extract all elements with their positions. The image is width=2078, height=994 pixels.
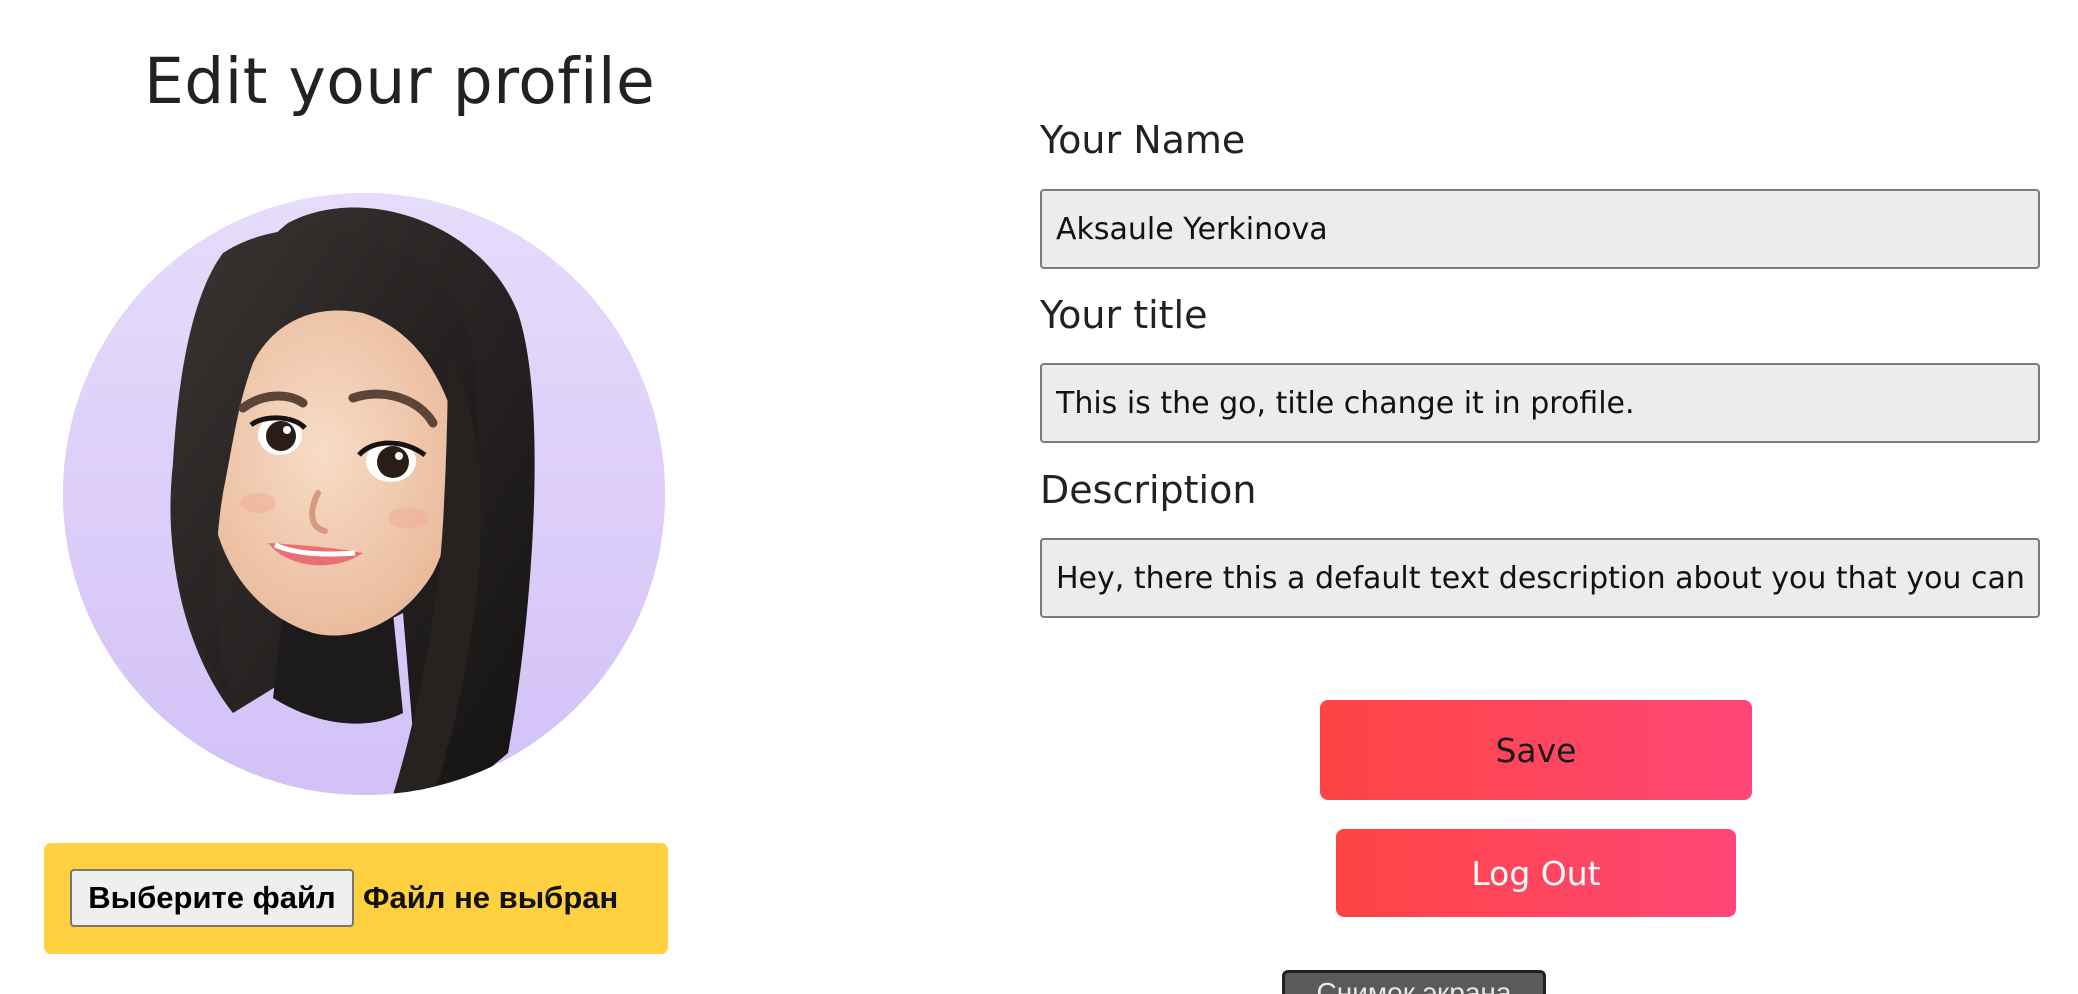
memoji-avatar-icon (63, 193, 665, 795)
save-button[interactable]: Save (1320, 700, 1752, 800)
avatar (63, 193, 665, 795)
choose-file-button[interactable]: Выберите файл (70, 869, 354, 927)
logout-button[interactable]: Log Out (1336, 829, 1736, 917)
name-input[interactable] (1040, 189, 2040, 269)
name-label: Your Name (1040, 118, 1246, 162)
file-status-text: Файл не выбран (363, 880, 619, 915)
description-label: Description (1040, 468, 1257, 512)
page-title: Edit your profile (144, 45, 656, 118)
screenshot-button[interactable]: Снимок экрана (1282, 970, 1546, 994)
title-input[interactable] (1040, 363, 2040, 443)
title-label: Your title (1040, 293, 1208, 337)
description-input[interactable] (1040, 538, 2040, 618)
file-upload-panel: Выберите файл Файл не выбран (44, 843, 668, 954)
profile-page: Edit your profile Выберите файл Файл не … (0, 0, 2078, 994)
